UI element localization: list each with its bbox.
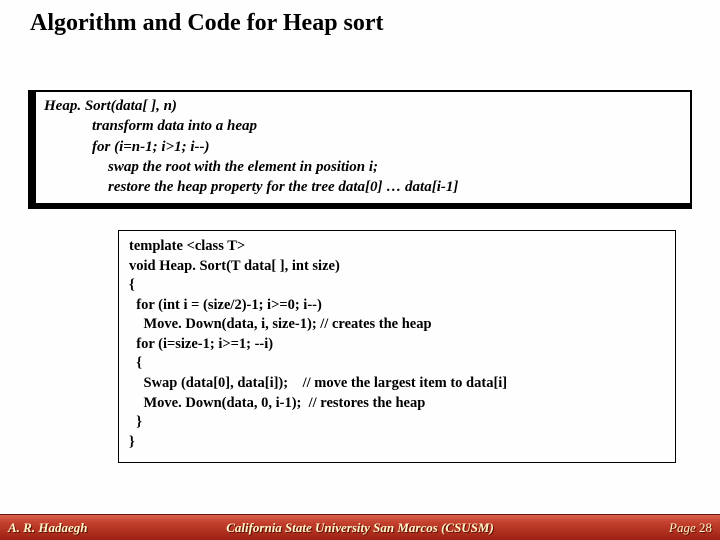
code-line: for (i=size-1; i>=1; --i) bbox=[129, 335, 665, 355]
code-line: } bbox=[129, 413, 665, 433]
code-line: Move. Down(data, i, size-1); // creates … bbox=[129, 315, 665, 335]
code-line: void Heap. Sort(T data[ ], int size) bbox=[129, 257, 665, 277]
code-box: template <class T> void Heap. Sort(T dat… bbox=[118, 230, 676, 463]
page-number: 28 bbox=[699, 520, 712, 535]
code-line: for (int i = (size/2)-1; i>=0; i--) bbox=[129, 296, 665, 316]
slide: Algorithm and Code for Heap sort Heap. S… bbox=[0, 0, 720, 540]
algo-line: Heap. Sort(data[ ], n) bbox=[44, 96, 682, 116]
footer-institution: California State University San Marcos (… bbox=[0, 520, 720, 536]
footer-page: Page 28 bbox=[669, 520, 712, 536]
slide-title: Algorithm and Code for Heap sort bbox=[0, 0, 720, 37]
algo-line: for (i=n-1; i>1; i--) bbox=[44, 137, 682, 157]
page-label: Page bbox=[669, 520, 699, 535]
code-line: { bbox=[129, 276, 665, 296]
footer-bar: A. R. Hadaegh California State Universit… bbox=[0, 514, 720, 540]
code-line: template <class T> bbox=[129, 237, 665, 257]
algo-line: restore the heap property for the tree d… bbox=[44, 177, 682, 197]
code-line: Swap (data[0], data[i]); // move the lar… bbox=[129, 374, 665, 394]
code-line: { bbox=[129, 354, 665, 374]
algo-line: transform data into a heap bbox=[44, 116, 682, 136]
algo-line: swap the root with the element in positi… bbox=[44, 157, 682, 177]
code-line: Move. Down(data, 0, i-1); // restores th… bbox=[129, 394, 665, 414]
algorithm-box: Heap. Sort(data[ ], n) transform data in… bbox=[28, 90, 692, 209]
code-line: } bbox=[129, 433, 665, 453]
